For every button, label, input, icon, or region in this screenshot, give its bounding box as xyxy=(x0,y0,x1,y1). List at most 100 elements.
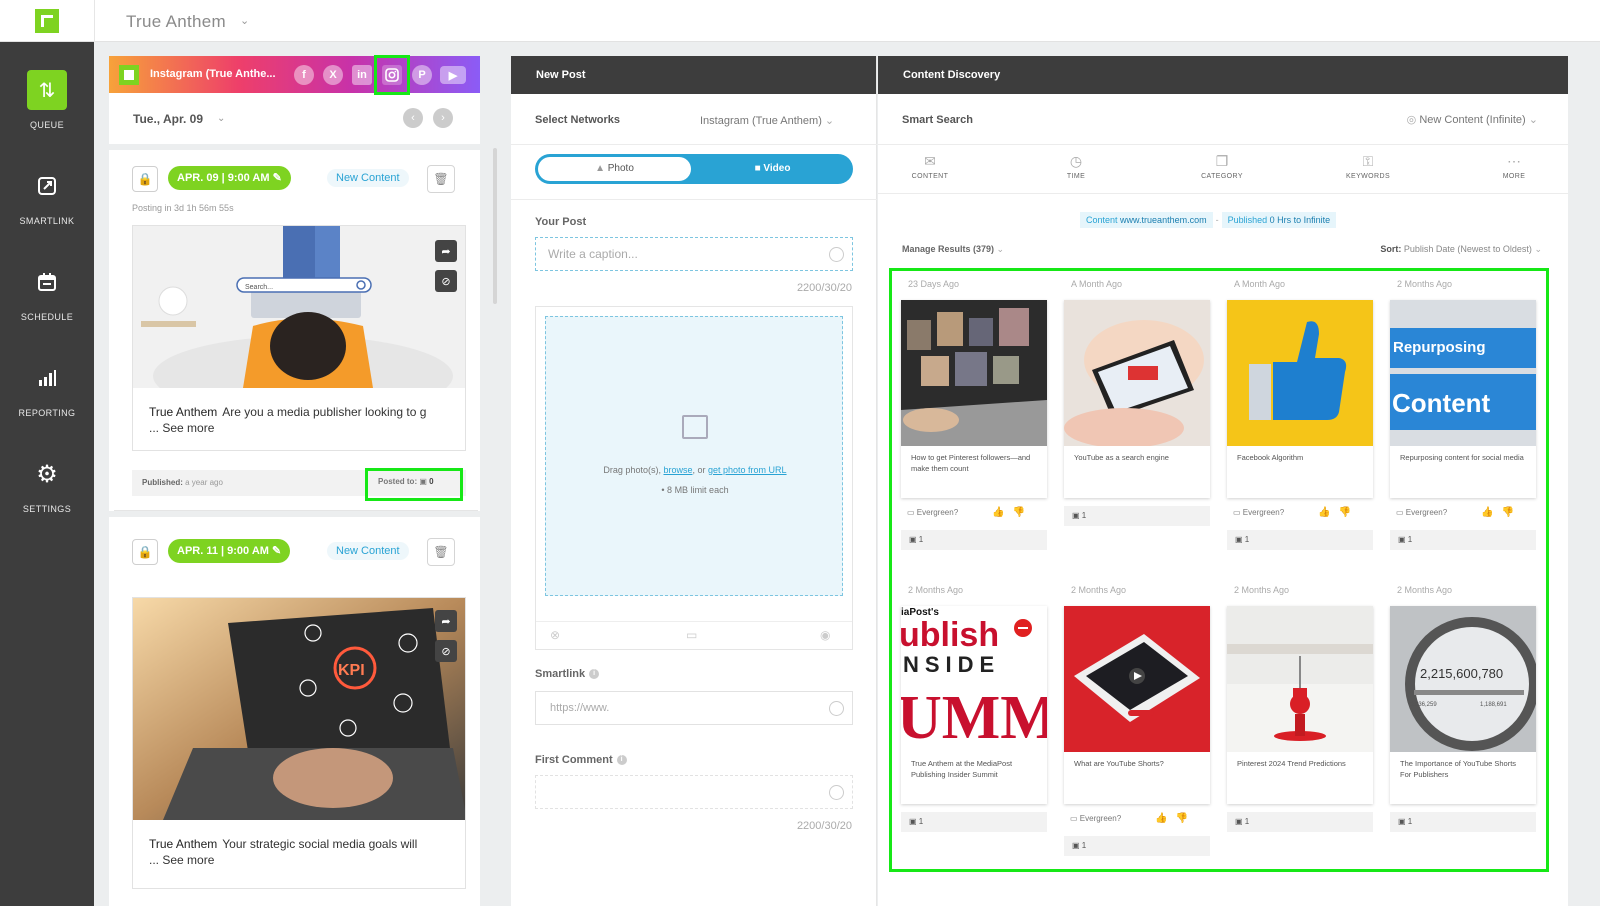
info-icon[interactable]: i xyxy=(616,755,627,766)
post-preview[interactable]: KPI ➦ ⊘ True Anthem Your strategic social… xyxy=(132,597,466,889)
tile-title: Facebook Algorithm xyxy=(1237,453,1304,462)
logo-icon xyxy=(119,65,139,85)
first-comment-input[interactable] xyxy=(535,775,853,809)
nav-label: QUEUE xyxy=(29,120,64,130)
linkedin-icon[interactable]: in xyxy=(352,65,372,85)
block-icon[interactable]: ⊘ xyxy=(435,270,457,292)
browse-link[interactable]: browse xyxy=(663,465,692,475)
nav-item-smartlink[interactable]: SMARTLINK xyxy=(0,166,94,226)
thumbs-icons[interactable]: 👍👎 xyxy=(1318,507,1359,518)
media-dropzone[interactable]: Drag photo(s), browse, or get photo from… xyxy=(545,316,843,596)
smartlink-input[interactable]: https://www. xyxy=(535,691,853,725)
remove-icon[interactable]: ⊗ xyxy=(550,628,560,642)
x-icon[interactable]: X xyxy=(323,65,343,85)
instagram-icon: ▣ xyxy=(1398,817,1406,826)
video-tab[interactable]: ■ Video xyxy=(695,157,850,181)
filter-content[interactable]: ✉ CONTENT xyxy=(880,153,980,180)
post-preview[interactable]: Search... ➦ ⊘ True Anthem Are you a media… xyxy=(132,225,466,451)
smartlink-icon xyxy=(27,166,67,206)
delete-post-button[interactable]: 🗑 xyxy=(427,538,455,566)
filter-keywords[interactable]: ⚿ KEYWORDS xyxy=(1318,153,1418,180)
select-networks-dropdown[interactable]: Instagram (True Anthem) ⌄ xyxy=(700,114,834,127)
tag-icon[interactable]: ▭ xyxy=(686,628,697,642)
chevron-down-icon[interactable]: ⌄ xyxy=(217,113,225,124)
content-card[interactable]: How to get Pinterest followers—and make … xyxy=(901,300,1047,498)
post-date-pill[interactable]: APR. 09 | 9:00 AM ✎ xyxy=(168,166,291,190)
content-source-dropdown[interactable]: ◎ New Content (Infinite) ⌄ xyxy=(1407,113,1538,126)
tile-age: 2 Months Ago xyxy=(1397,279,1453,289)
filter-time[interactable]: ◷ TIME xyxy=(1026,153,1126,180)
thumbs-icons[interactable]: 👍👎 xyxy=(1155,813,1196,824)
instagram-count-row: ▣ 1 xyxy=(1227,530,1373,550)
settings-icon: ⚙ xyxy=(36,460,58,488)
nav-item-queue[interactable]: ⇅ QUEUE xyxy=(0,70,94,130)
nav-item-schedule[interactable]: SCHEDULE xyxy=(0,262,94,322)
account-title[interactable]: Instagram (True Anthe... xyxy=(150,68,276,80)
pinterest-icon[interactable]: P xyxy=(412,65,432,85)
smartlink-placeholder: https://www. xyxy=(550,702,610,714)
next-day-button[interactable]: › xyxy=(433,108,453,128)
evergreen-toggle[interactable]: ▭ Evergreen? 👍👎 xyxy=(1070,813,1210,824)
lock-icon[interactable]: 🔒 xyxy=(132,539,158,565)
evergreen-toggle[interactable]: ▭ Evergreen? 👍👎 xyxy=(907,507,1047,518)
filter-more[interactable]: ⋯ MORE xyxy=(1464,153,1564,180)
share-icon[interactable]: ➦ xyxy=(435,610,457,632)
lock-icon[interactable]: 🔒 xyxy=(132,166,158,192)
queue-icon: ⇅ xyxy=(27,70,67,110)
prev-day-button[interactable]: ‹ xyxy=(403,108,423,128)
content-card[interactable]: Repurposing Content Repurposing content f… xyxy=(1390,300,1536,498)
content-card[interactable]: Pinterest 2024 Trend Predictions xyxy=(1227,606,1373,804)
facebook-icon[interactable]: f xyxy=(294,65,314,85)
delete-post-button[interactable]: 🗑 xyxy=(427,165,455,193)
share-icon[interactable]: ➦ xyxy=(435,240,457,262)
block-icon[interactable]: ⊘ xyxy=(435,640,457,662)
content-card[interactable]: YouTube as a search engine xyxy=(1064,300,1210,498)
evergreen-toggle[interactable]: ▭ Evergreen? 👍👎 xyxy=(1396,507,1536,518)
nav-item-reporting[interactable]: REPORTING xyxy=(0,358,94,418)
logo-icon xyxy=(35,9,59,33)
tile-title: YouTube as a search engine xyxy=(1074,453,1169,462)
photo-tab[interactable]: ▲ Photo xyxy=(538,157,691,181)
tile-title: True Anthem at the MediaPost Publishing … xyxy=(911,759,1013,779)
app-logo[interactable] xyxy=(0,0,94,42)
manage-results-dropdown[interactable]: Manage Results (379) ⌄ xyxy=(902,244,1004,255)
info-icon[interactable]: i xyxy=(589,669,600,680)
tile-age: 23 Days Ago xyxy=(908,279,960,289)
chevron-down-icon[interactable]: ⌄ xyxy=(240,14,249,27)
sort-dropdown[interactable]: Sort: Publish Date (Newest to Oldest) ⌄ xyxy=(1380,244,1542,255)
emoji-icon[interactable] xyxy=(829,247,844,262)
photo-url-link[interactable]: get photo from URL xyxy=(708,465,787,475)
tile-title: Repurposing content for social media xyxy=(1400,453,1524,462)
caption-input[interactable]: Write a caption... xyxy=(535,237,853,271)
clock-icon: ◷ xyxy=(1069,153,1083,169)
emoji-icon[interactable] xyxy=(829,785,844,800)
thumbs-icons[interactable]: 👍👎 xyxy=(1481,507,1522,518)
eye-icon[interactable]: ◉ xyxy=(820,628,830,642)
nav-item-settings[interactable]: ⚙ SETTINGS xyxy=(0,454,94,515)
post-date-pill[interactable]: APR. 11 | 9:00 AM ✎ xyxy=(168,539,291,563)
upload-icon xyxy=(682,415,708,439)
content-filter-chip[interactable]: Content www.trueanthem.com xyxy=(1080,212,1213,228)
image-text: UMMI xyxy=(901,684,1047,752)
queue-date[interactable]: Tue., Apr. 09 xyxy=(133,112,203,126)
evergreen-toggle[interactable]: ▭ Evergreen? 👍👎 xyxy=(1233,507,1373,518)
filter-category[interactable]: ❐ CATEGORY xyxy=(1172,153,1272,180)
see-more-link[interactable]: ... See more xyxy=(133,420,465,436)
thumbs-icons[interactable]: 👍👎 xyxy=(992,507,1033,518)
content-card[interactable]: What are YouTube Shorts? xyxy=(1064,606,1210,804)
image-text: 1,188,691 xyxy=(1480,702,1507,708)
content-card[interactable]: Facebook Algorithm xyxy=(1227,300,1373,498)
see-more-link[interactable]: ... See more xyxy=(133,852,465,868)
tile-age: 2 Months Ago xyxy=(1234,585,1290,595)
org-name[interactable]: True Anthem xyxy=(126,12,226,32)
youtube-icon[interactable]: ▶ xyxy=(440,66,466,84)
media-type-toggle: ▲ Photo ■ Video xyxy=(535,154,853,184)
content-card[interactable]: iaPost'sublishNSIDEUMMI True Anthem at t… xyxy=(901,606,1047,804)
chip-label: Published xyxy=(1227,215,1268,225)
caption-placeholder: Write a caption... xyxy=(548,247,638,261)
chevron-down-icon: ⌄ xyxy=(824,115,835,127)
published-filter-chip[interactable]: Published 0 Hrs to Infinite xyxy=(1221,212,1337,228)
link-settings-icon[interactable] xyxy=(829,701,844,716)
queue-scrollbar[interactable] xyxy=(493,148,497,304)
content-card[interactable]: 2,215,600,780 9,036,259 1,188,691 The Impo… xyxy=(1390,606,1536,804)
